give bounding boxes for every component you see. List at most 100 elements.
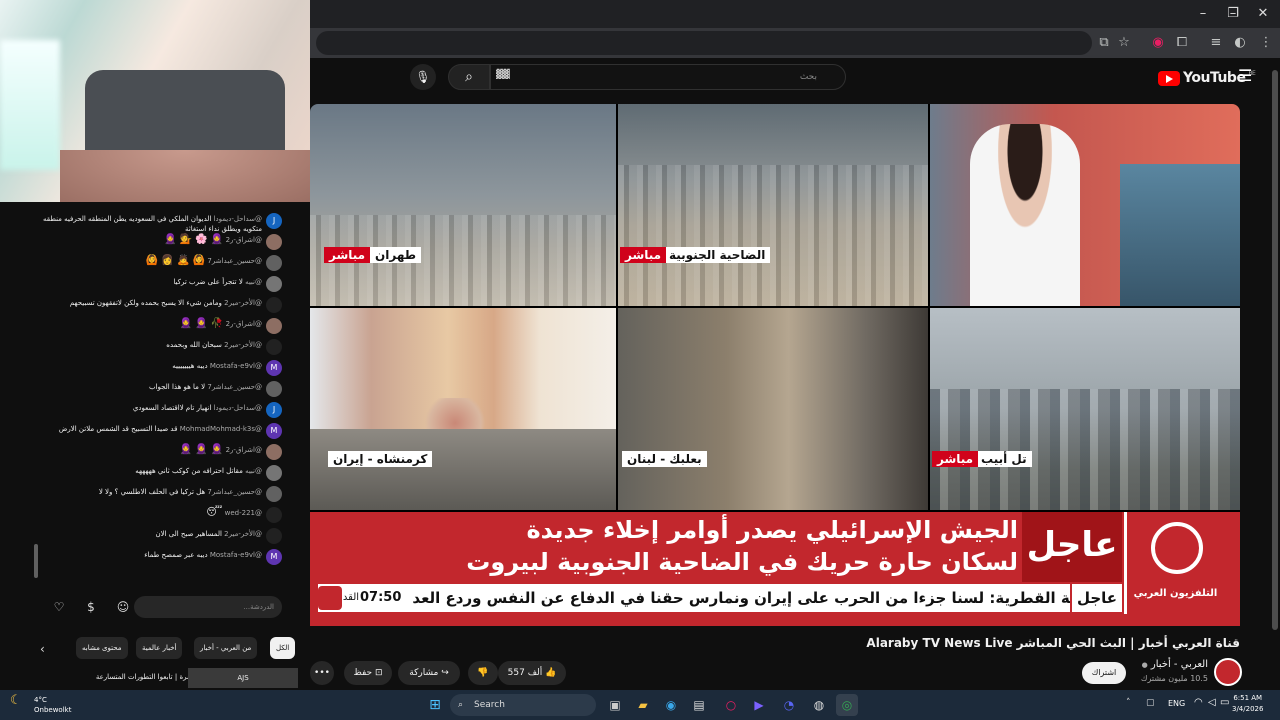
- chat-avatar[interactable]: J: [266, 402, 282, 418]
- windows-start-icon[interactable]: ⊞: [424, 694, 446, 716]
- voice-search-button[interactable]: 🎙: [410, 64, 436, 90]
- maximize-button[interactable]: ❐: [1218, 4, 1248, 24]
- edge-icon[interactable]: ◉: [660, 694, 682, 716]
- chat-avatar[interactable]: [266, 276, 282, 292]
- save-button[interactable]: حفظ ⊡: [344, 661, 392, 685]
- chip-from-channel[interactable]: من العربي - أخبار: [194, 637, 258, 659]
- chat-avatar[interactable]: [266, 444, 282, 460]
- dislike-button[interactable]: 👎: [468, 661, 498, 685]
- extension-icon[interactable]: ◉: [1148, 33, 1168, 53]
- chevron-left-icon[interactable]: ‹: [40, 642, 45, 656]
- channel-logo-text: التلفزيون العربي: [1133, 588, 1218, 599]
- reading-list-icon[interactable]: ≡: [1206, 33, 1226, 53]
- like-button[interactable]: 557 ألف 👍: [498, 661, 566, 685]
- channel-name[interactable]: العربي - أخبار ●: [1142, 659, 1208, 670]
- chip-related[interactable]: محتوى مشابه: [76, 637, 128, 659]
- chat-message: @wed-221 😴: [34, 508, 262, 518]
- battery-icon[interactable]: ▭: [1220, 697, 1229, 708]
- profile-icon[interactable]: ◐: [1230, 33, 1250, 53]
- file-explorer-icon[interactable]: ▰: [632, 694, 654, 716]
- super-chat-icon[interactable]: $: [82, 598, 100, 616]
- chat-author[interactable]: @حسين_عبداشر7: [207, 257, 262, 265]
- chat-avatar[interactable]: [266, 318, 282, 334]
- speaker-icon[interactable]: ◁: [1208, 697, 1216, 708]
- tray-app-icon[interactable]: ▢: [1146, 698, 1155, 708]
- steam-icon[interactable]: ◍: [808, 694, 830, 716]
- chat-avatar[interactable]: [266, 465, 282, 481]
- chat-author[interactable]: @اشراق-ر2: [226, 236, 262, 244]
- video-tile-kermanshah: كرمنشاه - إيران: [310, 308, 616, 510]
- tile-live-badge: مباشر: [324, 247, 371, 263]
- emoji-icon[interactable]: ☺: [114, 598, 132, 616]
- address-bar[interactable]: [316, 31, 1092, 55]
- chat-author[interactable]: @الأخر-مير2: [224, 341, 262, 349]
- hamburger-menu-icon[interactable]: ☰: [1238, 68, 1254, 84]
- media-player-icon[interactable]: ▶: [748, 694, 770, 716]
- ticker-urgent-tag: عاجل: [1070, 584, 1122, 612]
- chip-world-news[interactable]: أخبار عالمية: [136, 637, 183, 659]
- page-scroll-thumb[interactable]: [1272, 70, 1278, 630]
- chat-avatar[interactable]: M: [266, 360, 282, 376]
- chat-author[interactable]: @حسين_عبداشر7: [207, 488, 262, 496]
- subscribe-button[interactable]: اشتراك: [1082, 662, 1126, 684]
- chat-avatar[interactable]: [266, 528, 282, 544]
- chat-avatar[interactable]: M: [266, 549, 282, 565]
- discord-icon[interactable]: ◔: [778, 694, 800, 716]
- chat-message: @اشراق-ر2 🥀 🧕 🧕: [34, 319, 262, 329]
- task-view-icon[interactable]: ▣: [604, 694, 626, 716]
- chat-author[interactable]: @نبيه: [245, 278, 262, 286]
- chat-author[interactable]: @حسين_عبداشر7: [207, 383, 262, 391]
- chat-avatar[interactable]: M: [266, 423, 282, 439]
- chat-avatar[interactable]: [266, 507, 282, 523]
- tray-chevron-icon[interactable]: ˄: [1126, 698, 1131, 708]
- chat-author[interactable]: @نبيه: [245, 467, 262, 475]
- bookmark-star-icon[interactable]: ☆: [1114, 33, 1134, 53]
- search-button[interactable]: ⌕: [448, 64, 490, 90]
- chat-avatar[interactable]: [266, 297, 282, 313]
- chat-author[interactable]: @الأخر-مير2: [224, 530, 262, 538]
- store-icon[interactable]: ▤: [688, 694, 710, 716]
- recommended-video[interactable]: تغطية مباشرة | تابعوا التطورات المتسارعة…: [40, 668, 300, 690]
- share-button[interactable]: مشاركة ↪: [398, 661, 460, 685]
- chat-author[interactable]: @اشراق-ر2: [226, 320, 262, 328]
- search-input[interactable]: بحث: [490, 64, 846, 90]
- chat-author[interactable]: @MohmadMohmad-k3s: [180, 425, 262, 433]
- chat-author[interactable]: @سداحل-ديمودا: [214, 404, 262, 412]
- minimize-button-2[interactable]: –: [1188, 4, 1218, 24]
- news-ticker: خارجية القطرية: لسنا جزءا من الحرب على إ…: [318, 584, 1118, 612]
- chat-author[interactable]: @Mostafa-e9vl: [210, 362, 262, 370]
- video-tile-dahiyeh: الضاحية الجنوبية مباشر: [618, 104, 928, 306]
- ticker-logo-icon: [318, 586, 342, 610]
- headline-line-2: لسكان حارة حريك في الضاحية الجنوبية لبير…: [466, 548, 1018, 576]
- chat-avatar[interactable]: [266, 486, 282, 502]
- wifi-icon[interactable]: ◠: [1194, 697, 1203, 708]
- clock-widget[interactable]: 6:51 AM 3/4/2026: [1232, 693, 1263, 715]
- weather-widget[interactable]: ☾ 4°C Onbewolkt: [10, 692, 90, 718]
- chat-author[interactable]: @Mostafa-e9vl: [210, 551, 262, 559]
- cast-icon[interactable]: ⧉: [1094, 33, 1114, 53]
- taskbar-search[interactable]: ⌕ Search: [450, 694, 596, 716]
- more-actions-button[interactable]: •••: [310, 661, 334, 685]
- chat-author[interactable]: @سداحل-ديمودا: [214, 215, 262, 223]
- chat-avatar[interactable]: [266, 255, 282, 271]
- chat-avatar[interactable]: J: [266, 213, 282, 229]
- chat-input[interactable]: الدردشة...: [134, 596, 282, 618]
- chat-scrollbar[interactable]: [34, 544, 38, 578]
- chat-avatar[interactable]: [266, 234, 282, 250]
- heart-icon[interactable]: ♡: [50, 598, 68, 616]
- close-button[interactable]: ✕: [1248, 4, 1278, 24]
- extensions-puzzle-icon[interactable]: ⧠: [1172, 33, 1192, 53]
- save-label: حفظ: [353, 668, 373, 678]
- channel-avatar[interactable]: [1214, 658, 1242, 686]
- chat-avatar[interactable]: [266, 381, 282, 397]
- opera-icon[interactable]: ○: [720, 694, 742, 716]
- chrome-taskbar-icon[interactable]: ◎: [836, 694, 858, 716]
- chat-avatar[interactable]: [266, 339, 282, 355]
- chat-author[interactable]: @wed-221: [225, 509, 262, 517]
- chat-author[interactable]: @اشراق-ر2: [226, 446, 262, 454]
- chat-author[interactable]: @الأخر-مير2: [224, 299, 262, 307]
- chrome-menu-icon[interactable]: ⋮: [1256, 33, 1276, 53]
- clock-time: 6:51 AM: [1233, 694, 1263, 702]
- chip-all[interactable]: الكل: [270, 637, 296, 659]
- language-indicator[interactable]: ENG: [1168, 699, 1185, 708]
